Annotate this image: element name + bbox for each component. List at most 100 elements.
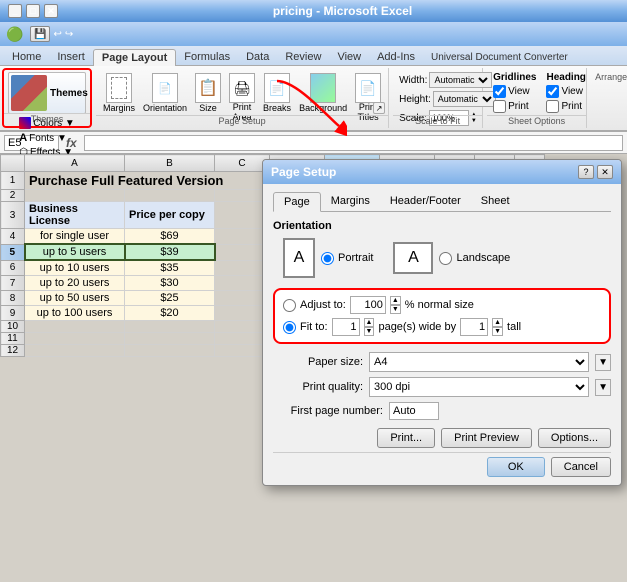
save-button[interactable]: 💾 [30,26,50,42]
cell-b6[interactable]: $35 [125,260,215,276]
fit-wide-spinner[interactable]: ▲ ▼ [364,318,375,336]
tab-page-layout[interactable]: Page Layout [93,49,176,66]
empty-cell[interactable] [25,345,125,357]
headings-print-check[interactable] [546,100,559,113]
tab-insert[interactable]: Insert [49,49,93,65]
spinner-down[interactable]: ▼ [390,305,401,314]
breaks-button[interactable]: 📄 Breaks [260,72,294,114]
print-quality-select[interactable]: 300 dpi [369,377,589,397]
undo-button[interactable]: ↩ [53,29,61,40]
headings-view-label[interactable]: View [546,85,585,98]
gridlines-view-label[interactable]: View [493,85,536,98]
tab-view[interactable]: View [329,49,369,65]
cancel-button[interactable]: Cancel [551,457,611,477]
dialog-help-btn[interactable]: ? [578,165,594,179]
fit-wide-spinner-down[interactable]: ▼ [364,327,375,336]
adjust-to-input[interactable] [350,296,386,314]
fit-tall-spinner-up[interactable]: ▲ [492,318,503,327]
portrait-radio[interactable] [321,252,334,265]
print-button[interactable]: Print... [377,428,435,448]
main-area: A B C D E F G H I 1 Purchase Full Featur… [0,154,627,582]
cell-a8[interactable]: up to 50 users [25,291,125,306]
minimize-btn[interactable]: _ [8,4,22,18]
tab-review[interactable]: Review [277,49,329,65]
empty-cell[interactable] [25,333,125,345]
dialog-close-btn[interactable]: ✕ [597,165,613,179]
adjust-to-radio[interactable] [283,299,296,312]
cell-a4[interactable]: for single user [25,229,125,245]
gridlines-print-label[interactable]: Print [493,100,536,113]
fit-wide-spinner-up[interactable]: ▲ [364,318,375,327]
paper-size-select[interactable]: A4 [369,352,589,372]
col-header-b[interactable]: B [125,155,215,172]
cell-b9[interactable]: $20 [125,306,215,321]
options-button[interactable]: Options... [538,428,611,448]
row-header-1: 1 [1,172,25,190]
background-icon [310,73,336,103]
landscape-option[interactable]: A Landscape [393,242,510,274]
orientation-icon: 📄 [152,73,178,103]
fit-tall-spinner[interactable]: ▲ ▼ [492,318,503,336]
empty-cell[interactable] [125,190,215,202]
size-button[interactable]: 📋 Size [192,72,224,114]
print-quality-dropdown-btn[interactable]: ▼ [595,379,611,396]
cell-b7[interactable]: $30 [125,276,215,291]
cell-b3[interactable]: Price per copy [125,202,215,229]
empty-cell[interactable] [25,321,125,333]
fit-to-radio[interactable] [283,321,296,334]
maximize-btn[interactable]: □ [26,4,40,18]
fit-tall-spinner-down[interactable]: ▼ [492,327,503,336]
dialog-tab-header-footer[interactable]: Header/Footer [380,192,471,211]
cell-b8[interactable]: $25 [125,291,215,306]
headings-view-check[interactable] [546,85,559,98]
landscape-radio[interactable] [439,252,452,265]
paper-size-dropdown-btn[interactable]: ▼ [595,354,611,371]
fit-pages-tall-input[interactable] [460,318,488,336]
cell-a6[interactable]: up to 10 users [25,260,125,276]
orientation-button[interactable]: 📄 Orientation [140,72,190,114]
page-setup-launcher[interactable]: ↗ [373,102,385,114]
gridlines-print-check[interactable] [493,100,506,113]
cell-b4[interactable]: $69 [125,229,215,245]
empty-cell[interactable] [125,345,215,357]
cell-b5[interactable]: $39 [125,244,215,260]
tab-udc[interactable]: Universal Document Converter [423,50,576,65]
tab-home[interactable]: Home [4,49,49,65]
print-area-icon: 🖨 [229,73,255,103]
gridlines-view-check[interactable] [493,85,506,98]
margins-button[interactable]: Margins [100,72,138,114]
spinner-up[interactable]: ▲ [390,296,401,305]
redo-button[interactable]: ↪ [65,29,73,40]
ok-button[interactable]: OK [487,457,545,477]
cell-a7[interactable]: up to 20 users [25,276,125,291]
cell-a3[interactable]: Business License [25,202,125,229]
portrait-option[interactable]: A Portrait [283,238,373,278]
cell-a5[interactable]: up to 5 users [25,244,125,260]
col-header-a[interactable]: A [25,155,125,172]
fit-pages-wide-input[interactable] [332,318,360,336]
fonts-button[interactable]: A Fonts ▼ [17,131,77,145]
empty-cell[interactable] [25,190,125,202]
adjust-to-row: Adjust to: ▲ ▼ % normal size [283,296,601,314]
dialog-tab-sheet[interactable]: Sheet [471,192,520,211]
empty-cell[interactable] [125,321,215,333]
dialog-tab-page[interactable]: Page [273,192,321,212]
paper-size-label: Paper size: [273,356,363,368]
tab-addins[interactable]: Add-Ins [369,49,423,65]
excel-icon: 🟢 [6,26,23,43]
close-btn[interactable]: ✕ [44,4,58,18]
adjust-to-spinner[interactable]: ▲ ▼ [390,296,401,314]
tab-data[interactable]: Data [238,49,277,65]
tab-formulas[interactable]: Formulas [176,49,238,65]
width-select[interactable]: Automatic [429,72,492,88]
print-quality-label: Print quality: [273,381,363,393]
themes-button[interactable]: Themes [8,72,86,114]
first-page-input[interactable] [389,402,439,420]
dialog-tab-margins[interactable]: Margins [321,192,380,211]
print-preview-button[interactable]: Print Preview [441,428,532,448]
empty-cell[interactable] [125,333,215,345]
cell-a9[interactable]: up to 100 users [25,306,125,321]
background-button[interactable]: Background [296,72,350,114]
scale-to-fit-group: Width: Automatic Height: Automatic Scale… [393,68,483,128]
headings-print-label[interactable]: Print [546,100,585,113]
